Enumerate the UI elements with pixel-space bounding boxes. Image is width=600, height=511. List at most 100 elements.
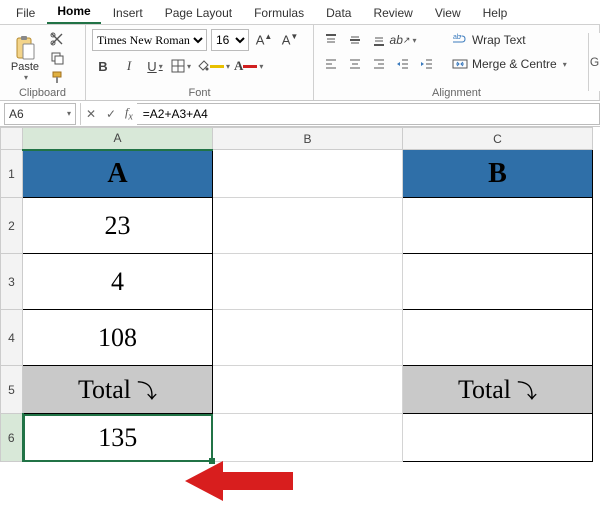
copy-button[interactable]: [48, 50, 66, 66]
scissors-icon: [50, 32, 64, 46]
col-header-b[interactable]: B: [213, 128, 403, 150]
tab-page-layout[interactable]: Page Layout: [155, 3, 242, 24]
select-all-corner[interactable]: [1, 128, 23, 150]
borders-icon: [171, 59, 185, 73]
font-color-swatch: [243, 65, 257, 68]
cell-c2[interactable]: [403, 198, 593, 254]
tab-formulas[interactable]: Formulas: [244, 3, 314, 24]
copy-icon: [50, 51, 64, 65]
merge-center-button[interactable]: Merge & Centre ▾: [446, 53, 573, 75]
orientation-button[interactable]: ab↗▾: [392, 29, 414, 51]
tab-help[interactable]: Help: [473, 3, 518, 24]
underline-button[interactable]: U▾: [144, 55, 166, 77]
wrap-text-button[interactable]: ab Wrap Text: [446, 29, 573, 51]
col-header-a[interactable]: A: [23, 128, 213, 150]
decrease-font-button[interactable]: A▼: [279, 29, 301, 51]
cell-b3[interactable]: [213, 254, 403, 310]
cell-a1[interactable]: A: [23, 150, 213, 198]
cell-b2[interactable]: [213, 198, 403, 254]
group-label-font: Font: [86, 87, 313, 99]
tab-view[interactable]: View: [425, 3, 471, 24]
cell-c1[interactable]: B: [403, 150, 593, 198]
align-center-icon: [348, 57, 362, 71]
decrease-font-icon: A▼: [282, 32, 299, 47]
outdent-icon: [396, 57, 410, 71]
decrease-indent-button[interactable]: [392, 53, 414, 75]
paste-button[interactable]: Paste ▾: [6, 29, 44, 85]
paintbrush-icon: [50, 70, 64, 84]
paste-label: Paste: [11, 61, 39, 73]
font-size-select[interactable]: 16: [211, 29, 249, 51]
fx-icon: fx: [121, 105, 137, 122]
merge-icon: [452, 56, 468, 72]
increase-font-icon: A▲: [256, 32, 273, 47]
increase-indent-button[interactable]: [416, 53, 438, 75]
row-header-2[interactable]: 2: [1, 198, 23, 254]
cell-b6[interactable]: [213, 414, 403, 462]
align-center-button[interactable]: [344, 53, 366, 75]
align-bottom-icon: [372, 33, 386, 47]
font-color-button[interactable]: A ▾: [234, 55, 263, 77]
align-middle-button[interactable]: [344, 29, 366, 51]
format-painter-button[interactable]: [48, 69, 66, 85]
group-label-clipboard: Clipboard: [0, 87, 85, 99]
font-family-select[interactable]: Times New Roman: [92, 29, 207, 51]
align-left-button[interactable]: [320, 53, 342, 75]
ribbon-overflow[interactable]: G: [588, 33, 600, 91]
name-box[interactable]: A6 ▾: [4, 103, 76, 125]
bucket-icon: [196, 59, 210, 73]
row-header-5[interactable]: 5: [1, 366, 23, 414]
tab-file[interactable]: File: [6, 3, 45, 24]
borders-button[interactable]: ▾: [170, 55, 192, 77]
cell-a6[interactable]: 135: [23, 414, 213, 462]
annotation-red-arrow: [185, 456, 295, 506]
row-header-1[interactable]: 1: [1, 150, 23, 198]
cell-b1[interactable]: [213, 150, 403, 198]
cell-b5[interactable]: [213, 366, 403, 414]
row-header-3[interactable]: 3: [1, 254, 23, 310]
cell-b4[interactable]: [213, 310, 403, 366]
align-top-button[interactable]: [320, 29, 342, 51]
clipboard-icon: [14, 35, 36, 61]
merge-center-label: Merge & Centre: [472, 57, 557, 71]
tab-insert[interactable]: Insert: [103, 3, 153, 24]
align-left-icon: [324, 57, 338, 71]
group-label-alignment: Alignment: [314, 87, 599, 99]
tab-home[interactable]: Home: [47, 1, 100, 24]
align-right-icon: [372, 57, 386, 71]
row-header-6[interactable]: 6: [1, 414, 23, 462]
chevron-down-icon: ▾: [24, 73, 28, 82]
tab-review[interactable]: Review: [363, 3, 422, 24]
formula-bar-input[interactable]: [137, 103, 600, 125]
down-right-arrow-icon: ⤵: [511, 381, 537, 403]
cell-c3[interactable]: [403, 254, 593, 310]
cancel-formula-button[interactable]: ✕: [81, 107, 101, 121]
cell-a2[interactable]: 23: [23, 198, 213, 254]
fill-color-swatch: [210, 65, 224, 68]
align-right-button[interactable]: [368, 53, 390, 75]
chevron-down-icon: ▾: [67, 109, 71, 118]
increase-font-button[interactable]: A▲: [253, 29, 275, 51]
row-header-4[interactable]: 4: [1, 310, 23, 366]
cell-c6[interactable]: [403, 414, 593, 462]
name-box-value: A6: [9, 107, 24, 121]
cut-button[interactable]: [48, 31, 66, 47]
cell-c5[interactable]: Total⤵: [403, 366, 593, 414]
align-middle-icon: [348, 33, 362, 47]
indent-icon: [420, 57, 434, 71]
fill-color-button[interactable]: ▾: [196, 55, 230, 77]
cell-a3[interactable]: 4: [23, 254, 213, 310]
bold-button[interactable]: B: [92, 55, 114, 77]
cell-a5[interactable]: Total⤵: [23, 366, 213, 414]
cell-a4[interactable]: 108: [23, 310, 213, 366]
wrap-text-icon: ab: [452, 32, 468, 48]
align-top-icon: [324, 33, 338, 47]
tab-data[interactable]: Data: [316, 3, 361, 24]
col-header-c[interactable]: C: [403, 128, 593, 150]
wrap-text-label: Wrap Text: [472, 33, 526, 47]
svg-text:ab: ab: [453, 34, 461, 41]
cell-c4[interactable]: [403, 310, 593, 366]
italic-button[interactable]: I: [118, 55, 140, 77]
align-bottom-button[interactable]: [368, 29, 390, 51]
enter-formula-button[interactable]: ✓: [101, 107, 121, 121]
